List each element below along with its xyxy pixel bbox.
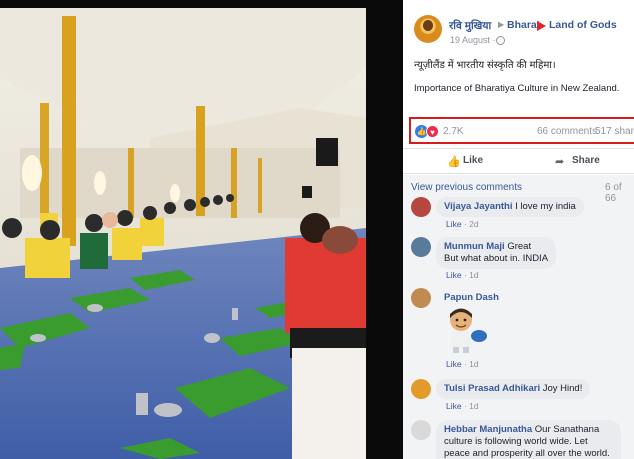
comment-bubble: Tulsi Prasad Adhikari Joy Hind!	[436, 379, 591, 399]
comment-bubble: Hebbar Manjunatha Our Sanathana culture …	[436, 420, 621, 459]
comment-meta: Like · 1d	[446, 270, 479, 280]
post-sidebar: रवि मुखिया ▶ Bharat Land of Gods 19 Augu…	[403, 0, 634, 459]
author-avatar[interactable]	[414, 15, 442, 43]
comment-meta: Like · 2d	[446, 219, 479, 229]
commenter-avatar[interactable]	[411, 197, 431, 217]
group-name-suffix[interactable]: Land of Gods	[549, 19, 617, 31]
namaste-sticker[interactable]	[441, 306, 491, 354]
comment-time[interactable]: 1d	[469, 270, 478, 280]
group-name[interactable]: Bharat	[507, 19, 540, 31]
comment-text: Joy Hind!	[542, 383, 583, 394]
comments-count[interactable]: 66 comments	[537, 126, 597, 137]
shares-count[interactable]: 517 shares	[595, 126, 634, 137]
comment-like-link[interactable]: Like	[446, 359, 462, 369]
post-date[interactable]: 19 August ·	[450, 35, 496, 45]
comment-bubble: Munmun Maji Great But what about in. IND…	[436, 237, 557, 269]
commenter-avatar[interactable]	[411, 420, 431, 440]
post-header: रवि मुखिया ▶ Bharat Land of Gods 19 Augu…	[403, 12, 634, 52]
share-icon[interactable]: ➦	[555, 155, 564, 168]
view-previous-comments-link[interactable]: View previous comments	[411, 182, 522, 193]
dining-hall-image	[0, 8, 366, 459]
commenter-name[interactable]: Munmun Maji	[444, 241, 505, 252]
post-text-english: Importance of Bharatiya Culture in New Z…	[414, 83, 620, 94]
action-bar: 👍 Like ➦ Share	[403, 148, 634, 174]
comment-body: Papun Dash	[444, 292, 499, 303]
comment-text-line2: But what about in. INDIA	[444, 253, 549, 264]
commenter-name[interactable]: Hebbar Manjunatha	[444, 424, 532, 435]
comment-meta: Like · 1d	[446, 401, 479, 411]
india-flag-icon	[537, 21, 546, 31]
comments-section: View previous comments 6 of 66 Vijaya Ja…	[403, 175, 634, 459]
comment-like-link[interactable]: Like	[446, 219, 462, 229]
comments-count-of: 6 of 66	[605, 182, 622, 204]
author-name[interactable]: रवि मुखिया	[449, 19, 491, 33]
share-button[interactable]: Share	[572, 155, 600, 166]
love-icon: ♥	[426, 125, 439, 138]
like-button[interactable]: Like	[463, 155, 483, 166]
reactions-summary[interactable]: 👍 ♥ 2.7K 66 comments 517 shares	[409, 117, 634, 144]
post-photo[interactable]	[0, 8, 366, 459]
commenter-avatar[interactable]	[411, 379, 431, 399]
reaction-count[interactable]: 2.7K	[443, 126, 464, 137]
comment-time[interactable]: 1d	[469, 401, 478, 411]
commenter-avatar[interactable]	[411, 237, 431, 257]
comment-like-link[interactable]: Like	[446, 270, 462, 280]
commenter-name[interactable]: Tulsi Prasad Adhikari	[444, 383, 540, 394]
photo-viewer	[0, 0, 403, 459]
commenter-name[interactable]: Vijaya Jayanthi	[444, 201, 512, 212]
comment-bubble: Vijaya Jayanthi I love my india	[436, 197, 584, 217]
globe-icon	[496, 36, 505, 45]
comment-meta: Like · 1d	[446, 359, 479, 369]
commenter-avatar[interactable]	[411, 288, 431, 308]
comment-time[interactable]: 1d	[469, 359, 478, 369]
commenter-name[interactable]: Papun Dash	[444, 292, 499, 303]
comment-time[interactable]: 2d	[469, 219, 478, 229]
post-text-hindi: न्यूज़ीलैंड में भारतीय संस्कृति की महिमा…	[414, 60, 556, 71]
comment-text: Great	[507, 241, 532, 252]
like-icon[interactable]: 👍	[447, 155, 461, 168]
comment-text: I love my india	[515, 201, 576, 212]
comment-like-link[interactable]: Like	[446, 401, 462, 411]
arrow-icon: ▶	[498, 20, 505, 29]
